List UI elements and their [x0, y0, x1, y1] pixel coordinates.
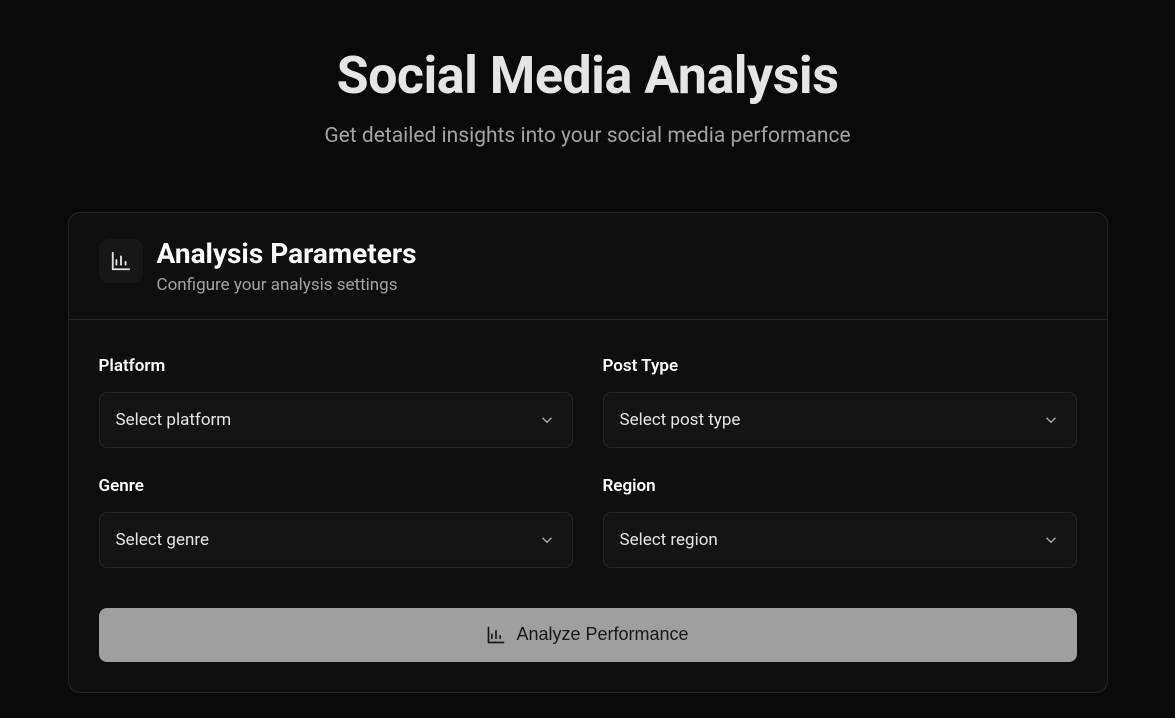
- card-header: Analysis Parameters Configure your analy…: [69, 213, 1107, 320]
- platform-label: Platform: [99, 356, 573, 376]
- page-header: Social Media Analysis Get detailed insig…: [68, 0, 1108, 178]
- post-type-field: Post Type Select post type: [603, 356, 1077, 448]
- genre-field: Genre Select genre: [99, 476, 573, 568]
- post-type-select[interactable]: Select post type: [603, 392, 1077, 448]
- genre-select-value: Select genre: [116, 530, 538, 550]
- post-type-label: Post Type: [603, 356, 1077, 376]
- genre-select[interactable]: Select genre: [99, 512, 573, 568]
- chevron-down-icon: [1042, 531, 1060, 549]
- card-title-group: Analysis Parameters Configure your analy…: [157, 237, 417, 295]
- chevron-down-icon: [1042, 411, 1060, 429]
- platform-select-value: Select platform: [116, 410, 538, 430]
- analyze-button[interactable]: Analyze Performance: [99, 608, 1077, 662]
- region-field: Region Select region: [603, 476, 1077, 568]
- genre-label: Genre: [99, 476, 573, 496]
- form-grid: Platform Select platform Post Type Selec…: [99, 356, 1077, 568]
- chevron-down-icon: [538, 411, 556, 429]
- page-title: Social Media Analysis: [68, 45, 1108, 106]
- card-title: Analysis Parameters: [157, 237, 417, 271]
- platform-field: Platform Select platform: [99, 356, 573, 448]
- platform-select[interactable]: Select platform: [99, 392, 573, 448]
- region-select[interactable]: Select region: [603, 512, 1077, 568]
- chart-column-icon: [486, 625, 506, 645]
- card-body: Platform Select platform Post Type Selec…: [69, 320, 1107, 692]
- analyze-button-label: Analyze Performance: [516, 624, 688, 645]
- region-label: Region: [603, 476, 1077, 496]
- chevron-down-icon: [538, 531, 556, 549]
- chart-column-icon: [99, 239, 143, 283]
- region-select-value: Select region: [620, 530, 1042, 550]
- parameters-card: Analysis Parameters Configure your analy…: [68, 212, 1108, 693]
- card-subtitle: Configure your analysis settings: [157, 275, 417, 295]
- post-type-select-value: Select post type: [620, 410, 1042, 430]
- page-subtitle: Get detailed insights into your social m…: [68, 124, 1108, 148]
